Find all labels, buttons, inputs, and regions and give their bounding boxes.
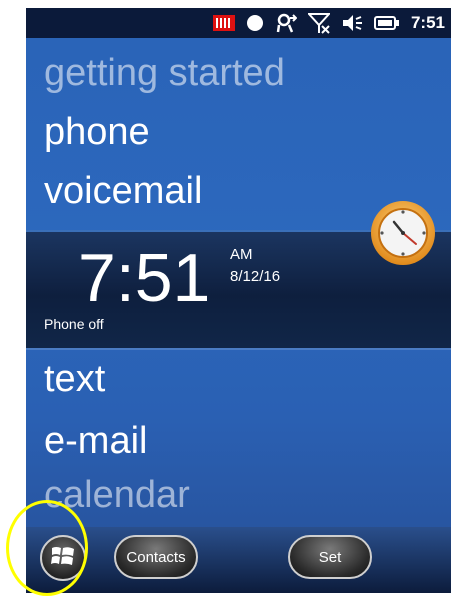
battery-icon[interactable] [373,12,400,34]
status-time[interactable]: 7:51 [411,13,445,33]
menu-item-email[interactable]: e-mail [44,422,147,460]
status-bar: 7:51 [26,8,451,38]
soft-key-bar: Contacts Set [26,527,451,593]
set-softkey[interactable]: Set [288,535,372,579]
home-screen: 7:51 getting started phone voicemail 7:5… [26,8,451,593]
phone-status: Phone off [44,316,104,332]
clock-ampm: AM [230,246,253,263]
menu-item-text[interactable]: text [44,360,105,398]
volume-icon[interactable] [341,12,363,34]
start-button-highlight [6,500,88,596]
clock-date: 8/12/16 [230,268,281,285]
clock-time: 7:51 [78,240,211,316]
signal-barcode-icon[interactable] [212,12,235,34]
menu-item-getting-started[interactable]: getting started [44,54,285,92]
menu-item-phone[interactable]: phone [44,113,150,151]
no-signal-icon[interactable] [307,12,330,34]
clock-icon[interactable] [368,198,438,273]
connection-icon[interactable] [275,12,297,34]
contacts-softkey[interactable]: Contacts [114,535,198,579]
menu-item-voicemail[interactable]: voicemail [44,172,202,210]
record-dot-icon[interactable] [246,12,264,34]
